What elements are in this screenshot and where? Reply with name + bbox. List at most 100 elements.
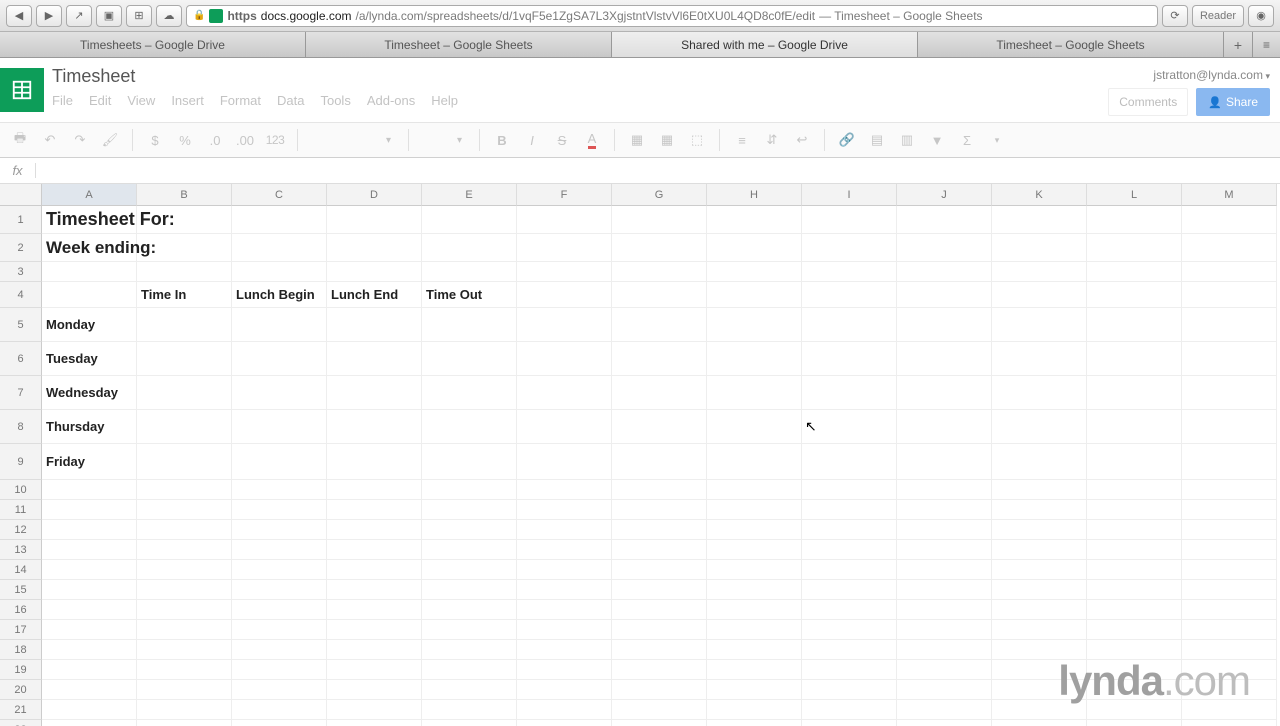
cell[interactable] [517, 620, 612, 640]
cell[interactable] [42, 540, 137, 560]
decimal-decrease-icon[interactable]: .0 [203, 128, 227, 152]
cell[interactable] [327, 700, 422, 720]
redo-icon[interactable]: ↷ [68, 128, 92, 152]
cell[interactable] [992, 342, 1087, 376]
cell[interactable] [992, 444, 1087, 480]
cell[interactable]: Lunch End [327, 282, 422, 308]
cell[interactable] [1182, 560, 1277, 580]
cell[interactable] [707, 660, 802, 680]
cell[interactable] [327, 520, 422, 540]
cell[interactable] [1087, 540, 1182, 560]
row-header[interactable]: 22 [0, 720, 42, 726]
cell[interactable] [1182, 444, 1277, 480]
column-header[interactable]: G [612, 184, 707, 206]
address-bar[interactable]: 🔒 https docs.google.com /a/lynda.com/spr… [186, 5, 1158, 27]
cell[interactable] [707, 600, 802, 620]
cell[interactable] [517, 560, 612, 580]
cell[interactable] [707, 342, 802, 376]
cell[interactable] [327, 480, 422, 500]
cell[interactable] [992, 480, 1087, 500]
cell[interactable] [327, 410, 422, 444]
cell[interactable] [137, 520, 232, 540]
cell[interactable] [327, 342, 422, 376]
row-header[interactable]: 16 [0, 600, 42, 620]
reload-button[interactable]: ⟳ [1162, 5, 1188, 27]
cell[interactable] [517, 640, 612, 660]
cell[interactable]: Thursday [42, 410, 137, 444]
cell[interactable] [802, 342, 897, 376]
icloud-button[interactable]: ☁ [156, 5, 182, 27]
cell[interactable] [327, 720, 422, 726]
cell[interactable] [897, 342, 992, 376]
cell[interactable]: Timesheet For: [42, 206, 137, 234]
column-header[interactable]: I [802, 184, 897, 206]
cell[interactable] [137, 600, 232, 620]
cell[interactable] [1182, 600, 1277, 620]
cell[interactable] [802, 580, 897, 600]
cell[interactable] [327, 500, 422, 520]
forward-button[interactable]: ▶ [36, 5, 62, 27]
cell[interactable] [42, 480, 137, 500]
cell[interactable] [137, 410, 232, 444]
cell[interactable] [1087, 720, 1182, 726]
cell[interactable] [612, 700, 707, 720]
browser-tab[interactable]: Shared with me – Google Drive [612, 32, 918, 57]
cell[interactable] [137, 560, 232, 580]
cell[interactable] [232, 580, 327, 600]
cell[interactable] [232, 342, 327, 376]
cell[interactable]: Tuesday [42, 342, 137, 376]
cell[interactable] [612, 660, 707, 680]
cell[interactable] [1182, 580, 1277, 600]
cell[interactable] [612, 560, 707, 580]
column-header[interactable]: M [1182, 184, 1277, 206]
cell[interactable] [612, 520, 707, 540]
cell[interactable] [422, 444, 517, 480]
cell[interactable] [802, 620, 897, 640]
cell[interactable] [137, 444, 232, 480]
cell[interactable] [992, 206, 1087, 234]
cell[interactable] [422, 700, 517, 720]
cell[interactable] [327, 540, 422, 560]
menu-insert[interactable]: Insert [171, 93, 204, 108]
paint-format-icon[interactable]: 🖌 [98, 128, 122, 152]
cell[interactable] [42, 282, 137, 308]
row-header[interactable]: 19 [0, 660, 42, 680]
cell[interactable] [422, 520, 517, 540]
cell[interactable] [422, 308, 517, 342]
cell[interactable] [517, 444, 612, 480]
cell[interactable] [1182, 342, 1277, 376]
cell[interactable]: Lunch Begin [232, 282, 327, 308]
cell[interactable] [707, 308, 802, 342]
cell[interactable] [327, 262, 422, 282]
cell[interactable] [1182, 262, 1277, 282]
cell[interactable] [232, 680, 327, 700]
share-button[interactable]: ↗ [66, 5, 92, 27]
cell[interactable] [327, 600, 422, 620]
row-header[interactable]: 8 [0, 410, 42, 444]
cell[interactable] [232, 720, 327, 726]
cell[interactable] [327, 680, 422, 700]
cell[interactable] [1182, 540, 1277, 560]
cell[interactable] [897, 308, 992, 342]
cell[interactable] [707, 282, 802, 308]
cell[interactable] [42, 520, 137, 540]
cell[interactable] [1182, 500, 1277, 520]
cell[interactable] [1087, 500, 1182, 520]
row-header[interactable]: 17 [0, 620, 42, 640]
column-header[interactable]: D [327, 184, 422, 206]
bold-icon[interactable]: B [490, 128, 514, 152]
cell[interactable] [137, 342, 232, 376]
cell[interactable] [897, 600, 992, 620]
cell[interactable] [327, 620, 422, 640]
cell[interactable] [992, 620, 1087, 640]
menu-help[interactable]: Help [431, 93, 458, 108]
cell[interactable] [137, 376, 232, 410]
cell[interactable] [422, 262, 517, 282]
cell[interactable] [422, 410, 517, 444]
cell[interactable] [802, 600, 897, 620]
cell[interactable] [137, 308, 232, 342]
cell[interactable] [42, 560, 137, 580]
cell[interactable] [897, 262, 992, 282]
cell[interactable] [137, 580, 232, 600]
font-select[interactable]: ▾ [308, 128, 398, 152]
